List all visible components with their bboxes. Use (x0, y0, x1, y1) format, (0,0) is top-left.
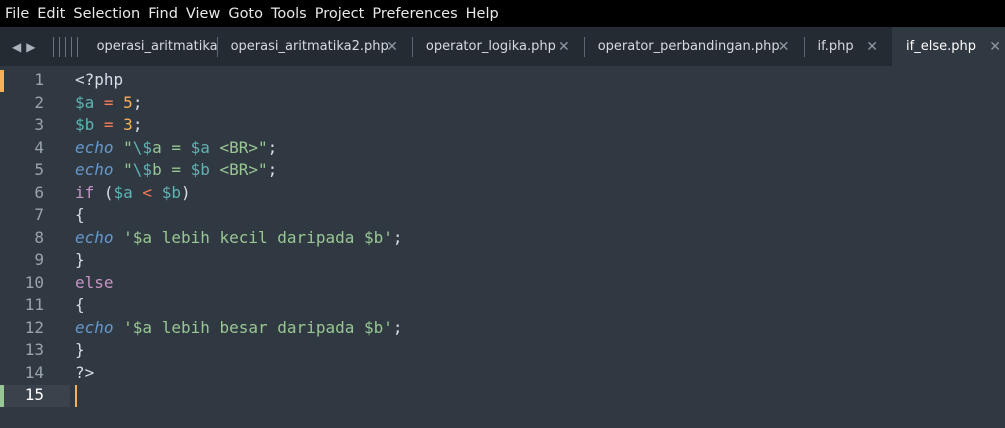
back-arrow-icon[interactable]: ◀ (12, 40, 21, 54)
tab-separator (803, 37, 805, 57)
close-icon[interactable]: ✕ (866, 39, 878, 55)
line-number-current: 15 (24, 385, 44, 404)
line-number: 14 (24, 362, 44, 382)
close-icon[interactable]: ✕ (778, 39, 790, 55)
close-icon[interactable]: ✕ (386, 39, 398, 55)
code-line: ?> (75, 362, 95, 382)
code-line: $a = 5; (75, 92, 143, 112)
tab-label: operator_logika.php (425, 39, 556, 54)
code-line: else (75, 272, 114, 292)
tab-operasi-aritmatika[interactable]: operasi_aritmatika (91, 27, 218, 66)
code-line: echo "\$b = $b <BR>"; (75, 160, 278, 179)
menu-selection[interactable]: Selection (73, 6, 145, 22)
menu-edit[interactable]: Edit (37, 6, 70, 22)
menu-preferences[interactable]: Preferences (372, 6, 462, 22)
menu-project[interactable]: Project (315, 6, 370, 22)
code-editor[interactable]: 1 2 3 4 5 6 7 8 9 10 11 12 13 14 15 <?ph… (0, 66, 1005, 428)
menu-view[interactable]: View (186, 6, 225, 22)
code-line: <?php (75, 70, 124, 89)
menu-help[interactable]: Help (466, 6, 504, 22)
line-number: 11 (24, 295, 44, 314)
tab-stack-icon (53, 36, 90, 57)
tab-separator (411, 37, 413, 57)
code-line: echo '$a lebih kecil daripada $b'; (75, 227, 403, 247)
code-line: echo '$a lebih besar daripada $b'; (75, 317, 403, 337)
line-number: 8 (34, 227, 44, 247)
menu-bar: File Edit Selection Find View Goto Tools… (0, 0, 1005, 27)
line-number: 7 (34, 205, 44, 224)
tab-navigation: ◀ ▶ (0, 40, 45, 54)
code-line: { (75, 205, 85, 224)
tab-label: operator_perbandingan.php (597, 39, 780, 54)
close-icon[interactable]: ✕ (558, 39, 570, 55)
code-line: } (75, 250, 85, 269)
tab-if[interactable]: if.php ✕ (803, 27, 892, 66)
code-line: { (75, 295, 85, 314)
line-number: 10 (24, 272, 44, 292)
code-line: $b = 3; (75, 115, 143, 134)
menu-file[interactable]: File (5, 6, 34, 22)
tab-bar: ◀ ▶ operasi_aritmatika operasi_aritmatik… (0, 27, 1005, 66)
line-number: 3 (34, 115, 44, 134)
tab-label: if.php (817, 39, 854, 54)
menu-find[interactable]: Find (148, 6, 183, 22)
code-line: if ($a < $b) (75, 182, 191, 202)
tab-label: if_else.php (906, 39, 976, 54)
line-number: 6 (34, 182, 44, 202)
code-line: } (75, 340, 85, 359)
line-number: 5 (34, 160, 44, 179)
tab-operator-perbandingan[interactable]: operator_perbandingan.php ✕ (583, 27, 804, 66)
line-number: 2 (34, 92, 44, 112)
code-line: echo "\$a = $a <BR>"; (75, 137, 278, 157)
tab-separator (216, 37, 218, 57)
line-number: 13 (24, 340, 44, 359)
line-number: 9 (34, 250, 44, 269)
text-cursor (75, 385, 77, 407)
tab-operasi-aritmatika2[interactable]: operasi_aritmatika2.php ✕ (216, 27, 412, 66)
tab-if-else-active[interactable]: if_else.php ✕ (892, 27, 1005, 66)
line-number: 1 (34, 70, 44, 89)
tab-separator (583, 37, 585, 57)
line-number-gutter: 1 2 3 4 5 6 7 8 9 10 11 12 13 14 15 (0, 66, 70, 428)
menu-tools[interactable]: Tools (271, 6, 312, 22)
line-number: 4 (34, 137, 44, 157)
tab-label: operasi_aritmatika (96, 39, 218, 54)
line-number: 12 (24, 317, 44, 337)
tab-label: operasi_aritmatika2.php (230, 39, 389, 54)
forward-arrow-icon[interactable]: ▶ (26, 40, 35, 54)
close-icon[interactable]: ✕ (989, 39, 1001, 55)
tab-operator-logika[interactable]: operator_logika.php ✕ (411, 27, 584, 66)
menu-goto[interactable]: Goto (228, 6, 268, 22)
